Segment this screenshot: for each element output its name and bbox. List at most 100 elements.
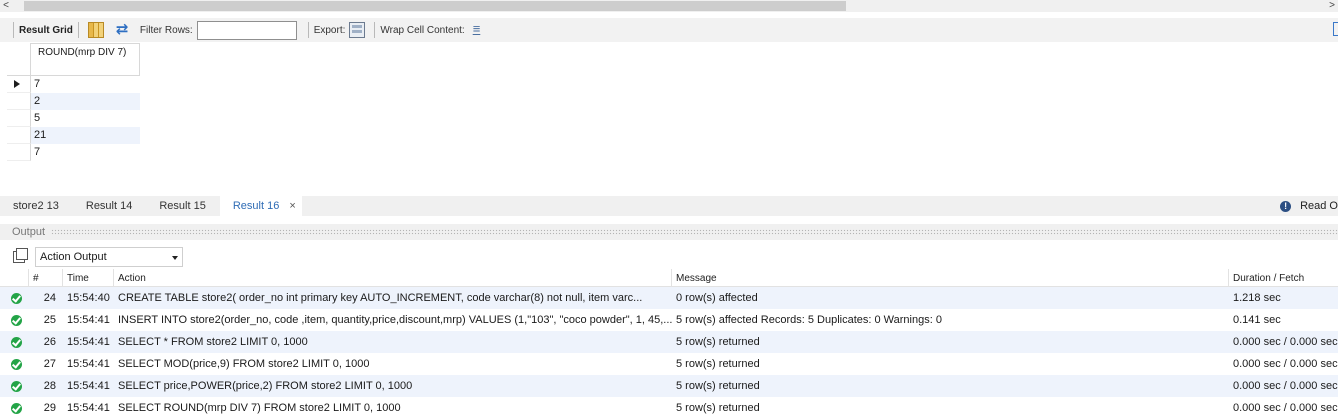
current-row-arrow-icon: [14, 80, 20, 88]
table-row[interactable]: 28 15:54:41 SELECT price,POWER(price,2) …: [0, 375, 1338, 397]
row-header[interactable]: [7, 76, 31, 93]
row-message: 5 row(s) affected Records: 5 Duplicates:…: [676, 314, 942, 326]
row-time: 15:54:41: [67, 402, 110, 414]
panel-toggle-icon[interactable]: [1333, 22, 1338, 36]
copy-icon[interactable]: [13, 248, 28, 263]
output-title: Output: [0, 226, 52, 238]
grid-row[interactable]: 7: [7, 144, 140, 161]
row-time: 15:54:41: [67, 336, 110, 348]
row-number: 24: [43, 292, 56, 304]
row-duration: 0.000 sec / 0.000 sec: [1233, 380, 1338, 392]
column-header-message[interactable]: Message: [672, 269, 1229, 286]
chevron-down-icon: [172, 256, 178, 260]
refresh-icon[interactable]: [116, 20, 132, 38]
table-row[interactable]: 29 15:54:41 SELECT ROUND(mrp DIV 7) FROM…: [0, 397, 1338, 414]
grid-view-icon[interactable]: [87, 22, 104, 38]
row-duration: 0.000 sec / 0.000 sec: [1233, 402, 1338, 414]
output-type-selected: Action Output: [40, 251, 107, 263]
tab-result-14[interactable]: Result 14: [73, 196, 146, 216]
grid-row[interactable]: 2: [7, 93, 140, 110]
export-label: Export:: [313, 24, 346, 36]
toolbar-divider: [13, 22, 14, 38]
result-grid-toolbar: Result Grid Filter Rows: Export: Wrap Ce…: [0, 18, 1338, 42]
row-header[interactable]: [7, 144, 31, 161]
scrollbar-thumb[interactable]: [24, 1, 846, 11]
row-duration: 0.000 sec / 0.000 sec: [1233, 358, 1338, 370]
column-header-number[interactable]: #: [29, 269, 63, 286]
grid-cell[interactable]: 5: [31, 110, 140, 127]
tab-label: Result 16: [232, 200, 280, 212]
scroll-left-arrow-icon[interactable]: <: [0, 0, 12, 12]
output-panel-header: Output: [0, 224, 1338, 240]
export-icon[interactable]: [349, 22, 366, 38]
panel-grip[interactable]: [51, 229, 1338, 235]
toolbar-divider: [307, 22, 309, 38]
row-message: 5 row(s) returned: [676, 380, 760, 392]
row-header[interactable]: [7, 127, 31, 144]
success-check-icon: [11, 292, 22, 304]
row-action: SELECT ROUND(mrp DIV 7) FROM store2 LIMI…: [118, 402, 401, 414]
result-tabs: store2 13 Result 14 Result 15 Result 16 …: [0, 196, 1338, 216]
column-header-status: [0, 269, 29, 286]
tab-store2-13[interactable]: store2 13: [0, 196, 73, 216]
success-check-icon: [11, 336, 22, 348]
row-number: 26: [43, 336, 56, 348]
tab-result-16[interactable]: Result 16 ×: [219, 196, 302, 216]
row-header-corner: [7, 43, 31, 75]
grid-cell[interactable]: 7: [31, 144, 140, 161]
row-action: SELECT price,POWER(price,2) FROM store2 …: [118, 380, 413, 392]
scroll-right-arrow-icon[interactable]: >: [1326, 0, 1338, 12]
row-time: 15:54:41: [67, 358, 110, 370]
success-check-icon: [11, 380, 22, 392]
table-row[interactable]: 24 15:54:40 CREATE TABLE store2( order_n…: [0, 287, 1338, 309]
info-icon: !: [1280, 200, 1292, 212]
horizontal-scrollbar[interactable]: < >: [0, 0, 1338, 12]
column-header-round-mrp-div-7[interactable]: ROUND(mrp DIV 7): [31, 43, 140, 75]
read-only-indicator: ! Read O: [1280, 196, 1338, 216]
read-only-label: Read O: [1300, 200, 1338, 212]
tab-result-15[interactable]: Result 15: [146, 196, 219, 216]
wrap-cell-content-icon[interactable]: [473, 21, 489, 38]
filter-rows-label: Filter Rows:: [139, 24, 193, 36]
column-header-duration[interactable]: Duration / Fetch: [1229, 269, 1338, 286]
grid-cell[interactable]: 2: [31, 93, 140, 110]
row-time: 15:54:41: [67, 314, 110, 326]
grid-cell[interactable]: 21: [31, 127, 140, 144]
row-action: CREATE TABLE store2( order_no int primar…: [118, 292, 643, 304]
row-duration: 0.000 sec / 0.000 sec: [1233, 336, 1338, 348]
row-time: 15:54:40: [67, 292, 110, 304]
grid-row[interactable]: 7: [7, 76, 140, 93]
tab-label: Result 14: [85, 200, 133, 212]
row-number: 28: [43, 380, 56, 392]
row-duration: 0.141 sec: [1233, 314, 1281, 326]
output-table-header: # Time Action Message Duration / Fetch: [0, 269, 1338, 287]
row-header[interactable]: [7, 110, 31, 127]
output-type-select[interactable]: Action Output: [35, 247, 183, 267]
column-header-time[interactable]: Time: [63, 269, 114, 286]
table-row[interactable]: 27 15:54:41 SELECT MOD(price,9) FROM sto…: [0, 353, 1338, 375]
row-header[interactable]: [7, 93, 31, 110]
result-grid: ROUND(mrp DIV 7) 7 2 5 21 7: [7, 43, 140, 161]
table-row[interactable]: 26 15:54:41 SELECT * FROM store2 LIMIT 0…: [0, 331, 1338, 353]
row-message: 5 row(s) returned: [676, 358, 760, 370]
filter-rows-input[interactable]: [196, 20, 297, 40]
grid-row[interactable]: 21: [7, 127, 140, 144]
row-number: 25: [43, 314, 56, 326]
close-icon[interactable]: ×: [289, 200, 295, 212]
tab-label: Result 15: [159, 200, 206, 212]
tab-label: store2 13: [13, 200, 59, 212]
row-message: 0 row(s) affected: [676, 292, 758, 304]
grid-header: ROUND(mrp DIV 7): [7, 43, 140, 76]
grid-cell[interactable]: 7: [31, 76, 140, 93]
column-header-action[interactable]: Action: [114, 269, 672, 286]
success-check-icon: [11, 314, 22, 326]
row-number: 29: [43, 402, 56, 414]
row-message: 5 row(s) returned: [676, 402, 760, 414]
row-action: SELECT MOD(price,9) FROM store2 LIMIT 0,…: [118, 358, 370, 370]
grid-row[interactable]: 5: [7, 110, 140, 127]
toolbar-divider: [374, 22, 376, 38]
wrap-cell-content-label: Wrap Cell Content:: [380, 24, 465, 36]
result-grid-label[interactable]: Result Grid: [19, 25, 73, 36]
table-row[interactable]: 25 15:54:41 INSERT INTO store2(order_no,…: [0, 309, 1338, 331]
success-check-icon: [11, 402, 22, 414]
